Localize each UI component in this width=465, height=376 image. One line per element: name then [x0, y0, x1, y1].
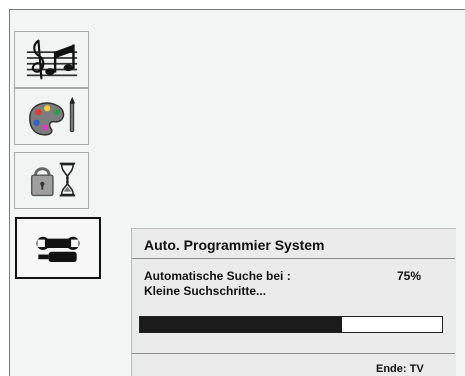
paint-palette-icon	[29, 96, 76, 136]
auto-programming-dialog: Auto. Programmier System Automatische Su…	[131, 228, 456, 376]
search-progress-percent: 75%	[397, 269, 422, 283]
search-status-label: Automatische Suche bei :	[144, 269, 291, 283]
menu-tab-sound[interactable]	[14, 31, 89, 88]
exit-to-tv-hint: Ende: TV	[376, 363, 424, 375]
menu-tab-security-timer[interactable]	[14, 152, 89, 209]
menu-tab-picture[interactable]	[14, 88, 89, 145]
search-progress-fill	[140, 317, 343, 332]
tv-menu-screen: Auto. Programmier System Automatische Su…	[0, 0, 465, 376]
tools-icon	[36, 236, 80, 263]
lock-hourglass-icon	[30, 162, 76, 197]
dialog-title: Auto. Programmier System	[144, 237, 325, 253]
music-notes-icon	[26, 39, 78, 80]
search-step-text: Kleine Suchschritte...	[144, 284, 267, 298]
search-progress-bar	[139, 316, 443, 333]
dialog-title-divider	[132, 258, 455, 259]
menu-tab-setup[interactable]	[15, 217, 101, 279]
dialog-footer-divider	[132, 353, 455, 354]
